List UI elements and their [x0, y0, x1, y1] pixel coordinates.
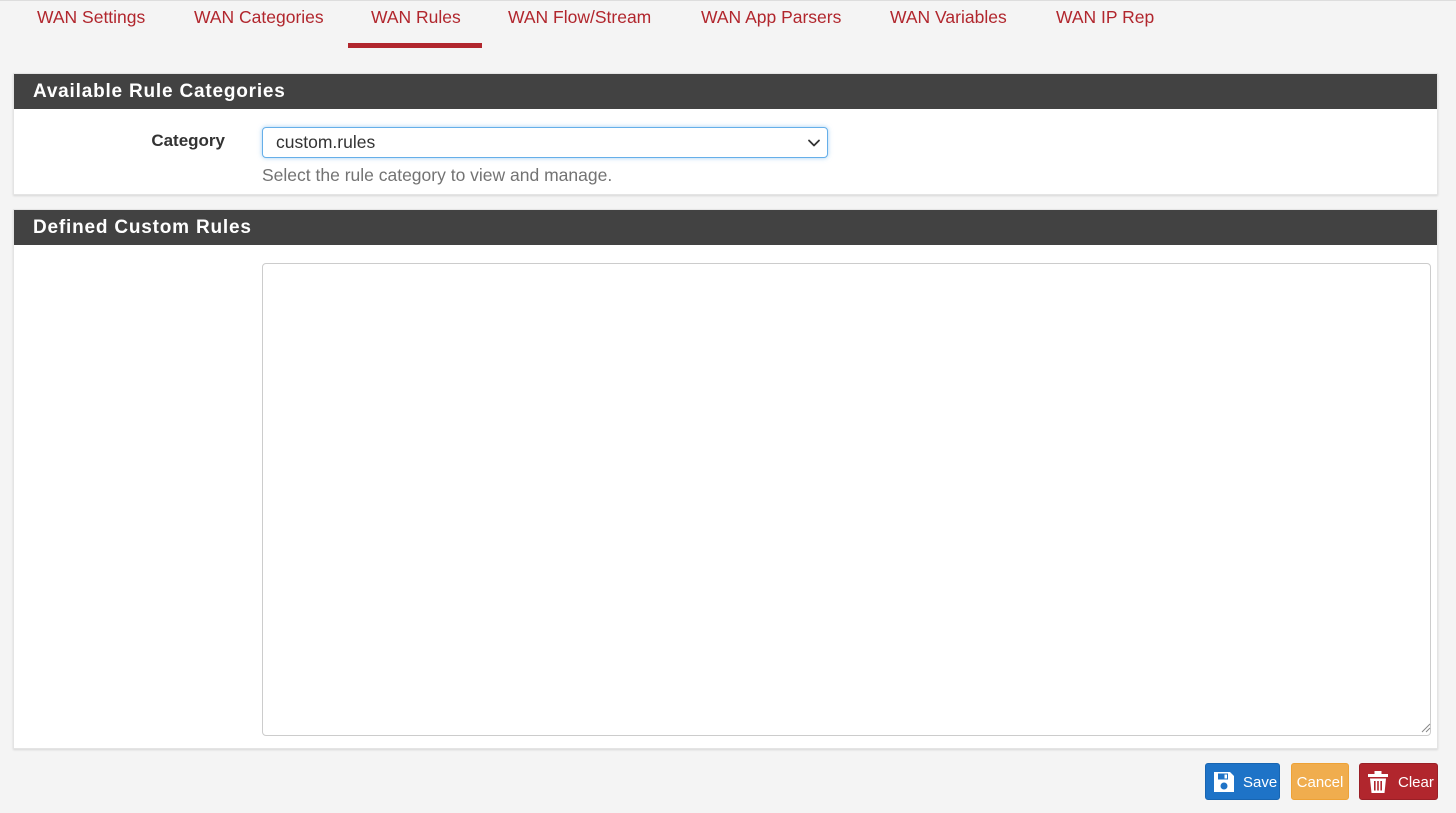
category-help-text: Select the rule category to view and man…: [262, 165, 613, 185]
tab-bar: WAN Settings WAN Categories WAN Rules WA…: [0, 0, 1456, 48]
category-label: Category: [151, 131, 225, 150]
chevron-down-icon: [808, 139, 820, 147]
floppy-disk-icon: [1214, 772, 1234, 792]
tab-wan-flow-stream[interactable]: WAN Flow/Stream: [485, 1, 674, 48]
tab-wan-settings[interactable]: WAN Settings: [14, 1, 168, 48]
category-select-value: custom.rules: [276, 132, 376, 152]
tab-wan-ip-rep[interactable]: WAN IP Rep: [1033, 1, 1177, 48]
cancel-button[interactable]: Cancel: [1291, 763, 1349, 800]
clear-button[interactable]: Clear: [1359, 763, 1438, 800]
defined-custom-rules-panel: Defined Custom Rules: [13, 209, 1438, 749]
available-rule-categories-panel: Available Rule Categories Category custo…: [13, 73, 1438, 195]
save-button[interactable]: Save: [1205, 763, 1280, 800]
save-button-label: Save: [1243, 774, 1278, 791]
tab-wan-app-parsers[interactable]: WAN App Parsers: [678, 1, 864, 48]
trash-icon: [1368, 771, 1388, 793]
custom-rules-textarea[interactable]: [262, 263, 1431, 736]
category-select[interactable]: custom.rules: [262, 127, 828, 158]
tab-wan-rules[interactable]: WAN Rules: [348, 1, 482, 48]
resize-grip-icon[interactable]: [1419, 721, 1431, 733]
tab-wan-variables[interactable]: WAN Variables: [867, 1, 1030, 48]
panel-title: Available Rule Categories: [14, 74, 1437, 109]
tab-wan-categories[interactable]: WAN Categories: [171, 1, 347, 48]
panel-title: Defined Custom Rules: [14, 210, 1437, 245]
clear-button-label: Clear: [1398, 774, 1434, 791]
